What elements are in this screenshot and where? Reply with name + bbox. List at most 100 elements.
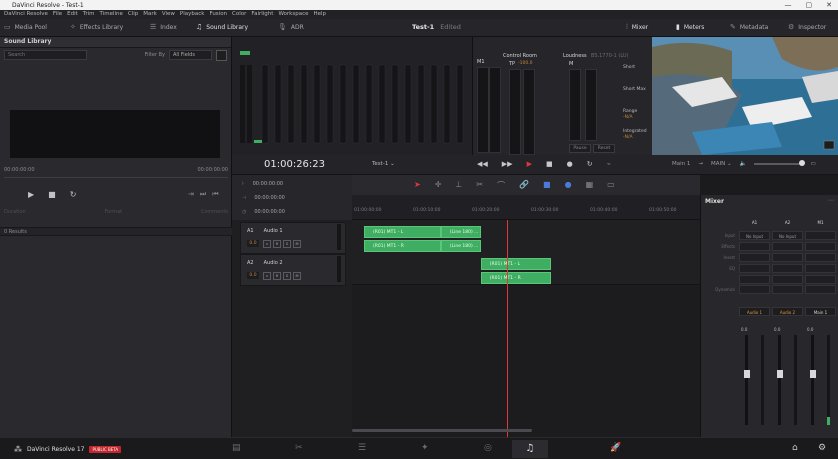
track-name[interactable]: Audio 2 [264, 260, 283, 266]
add-to-timeline-icon[interactable]: ⇥ [188, 190, 194, 199]
mixer-slot[interactable] [772, 275, 803, 284]
solo-button[interactable]: S [283, 272, 291, 280]
slip-tool-icon[interactable]: ⊥ [455, 180, 462, 191]
mixer-slot[interactable] [739, 253, 770, 262]
audio-clip[interactable]: (Line 180) ... [440, 240, 481, 252]
mixer-slot[interactable] [739, 275, 770, 284]
record-icon[interactable]: ● [567, 160, 573, 168]
sequence-name[interactable]: Test-1 ⌄ [372, 161, 395, 167]
track-name[interactable]: Audio 1 [264, 228, 283, 234]
mixer-slot[interactable] [805, 275, 836, 284]
menu-edit[interactable]: Edit [67, 10, 78, 19]
mixer-button[interactable]: ⫶ Mixer [626, 23, 648, 32]
audio-clip[interactable]: (Line 180) ... [440, 226, 481, 238]
track-volume[interactable]: 0.0 [247, 272, 259, 279]
audio-clip[interactable]: (R01) MT1 - L [364, 226, 441, 238]
effects-library-button[interactable]: ✧ Effects Library [70, 23, 123, 31]
audio-clip[interactable]: (R01) MT1 - R [364, 240, 441, 252]
edit-page-icon[interactable]: ☰ [358, 443, 366, 453]
mixer-slot[interactable] [739, 264, 770, 273]
menu-davinci-resolve[interactable]: DaVinci Resolve [4, 10, 48, 19]
mixer-slot[interactable] [772, 285, 803, 294]
inspector-button[interactable]: ⚙ Inspector [788, 23, 826, 31]
mixer-input-select[interactable]: No Input [772, 231, 803, 240]
audio-clip[interactable]: (R01) MT1 - R [480, 272, 552, 284]
bus-out-select[interactable]: MAIN ⌄ [711, 161, 732, 167]
filter-options-button[interactable] [216, 49, 227, 61]
minimize-button[interactable]: — [785, 1, 792, 9]
range-tool-icon[interactable]: ✛ [435, 180, 442, 191]
track-header-a1[interactable]: A1 Audio 1 0.0 ∞ R S M [240, 222, 346, 254]
channel-fader[interactable] [811, 335, 814, 425]
loudness-reset-button[interactable]: Reset [593, 144, 615, 153]
filter-dropdown[interactable]: All Fields [169, 50, 212, 60]
track-volume[interactable]: 0.0 [247, 240, 259, 247]
mixer-slot[interactable] [772, 264, 803, 273]
settings-icon[interactable]: ⚙ [818, 443, 826, 453]
index-button[interactable]: ☰ Index [150, 23, 177, 31]
metadata-button[interactable]: ✎ Metadata [730, 23, 768, 31]
loudness-pause-button[interactable]: Pause [569, 144, 591, 153]
fairlight-page-icon[interactable]: ♫ [512, 440, 548, 458]
mixer-input-select[interactable]: No Input [739, 231, 770, 240]
deliver-page-icon[interactable]: 🚀 [610, 443, 621, 453]
stop-timeline-icon[interactable]: ■ [546, 160, 553, 168]
sound-library-button[interactable]: ♫ Sound Library [196, 23, 248, 31]
skip-forward-icon[interactable]: ⏭ [200, 190, 206, 199]
cut-page-icon[interactable]: ✂ [295, 443, 303, 453]
timeline-ruler[interactable]: 01:00:00:00 01:00:10:00 01:00:20:00 01:00:3… [352, 195, 700, 220]
marker-icon[interactable]: ● [565, 180, 572, 191]
snap-icon[interactable]: ⌒ [497, 180, 505, 191]
track-header-a2[interactable]: A2 Audio 2 0.0 ∞ R S M [240, 254, 346, 286]
link-icon[interactable]: 🔗 [519, 180, 529, 191]
mixer-channel-name[interactable]: Main 1 [805, 307, 836, 316]
menu-color[interactable]: Color [232, 10, 246, 19]
menu-mark[interactable]: Mark [143, 10, 157, 19]
menu-trim[interactable]: Trim [83, 10, 95, 19]
mixer-input-select[interactable] [805, 231, 836, 240]
fader-knob[interactable] [776, 370, 783, 378]
preview-scrubber[interactable] [4, 177, 228, 178]
menu-fusion[interactable]: Fusion [209, 10, 227, 19]
razor-tool-icon[interactable]: ✂ [476, 180, 483, 191]
play-icon[interactable]: ▶ [28, 190, 34, 199]
marker-flag-icon[interactable]: ■ [543, 180, 551, 191]
media-pool-button[interactable]: ▭ Media Pool [4, 23, 47, 31]
mixer-slot[interactable] [805, 253, 836, 262]
stop-icon[interactable]: ■ [48, 190, 56, 199]
timeline-tracks[interactable]: (R01) MT1 - L (Line 180) ... (R01) MT1 - R… [352, 220, 700, 437]
automation-icon[interactable]: ⌁ [607, 160, 611, 168]
fusion-page-icon[interactable]: ✦ [421, 443, 429, 453]
channel-fader[interactable] [745, 335, 748, 425]
speaker-icon[interactable]: 🔈 [740, 161, 747, 167]
track-link-icon[interactable]: ∞ [263, 240, 271, 248]
play-timeline-icon[interactable]: ▶ [527, 160, 532, 168]
menu-playback[interactable]: Playback [180, 10, 205, 19]
zoom-detail-icon[interactable]: ▦ [586, 180, 594, 191]
color-page-icon[interactable]: ◎ [484, 443, 492, 453]
mixer-slot[interactable] [739, 242, 770, 251]
menu-help[interactable]: Help [314, 10, 327, 19]
zoom-full-icon[interactable]: ▭ [607, 180, 615, 191]
menu-file[interactable]: File [53, 10, 62, 19]
mixer-channel-name[interactable]: Audio 2 [772, 307, 803, 316]
video-viewer[interactable] [652, 37, 838, 155]
mixer-slot[interactable] [772, 253, 803, 262]
menu-view[interactable]: View [162, 10, 175, 19]
timecode-display[interactable]: 01:00:26:23 [264, 159, 325, 170]
timeline-scrollbar[interactable] [352, 429, 532, 432]
selection-tool-icon[interactable]: ➤ [414, 180, 421, 191]
mixer-slot[interactable] [805, 242, 836, 251]
mixer-slot[interactable] [772, 242, 803, 251]
media-page-icon[interactable]: ▤ [232, 443, 241, 453]
home-icon[interactable]: ⌂ [792, 443, 798, 453]
mixer-slot[interactable] [805, 285, 836, 294]
record-arm-button[interactable]: R [273, 272, 281, 280]
adr-button[interactable]: 🎙 ADR [278, 23, 304, 31]
volume-slider-knob[interactable] [799, 160, 806, 166]
menu-clip[interactable]: Clip [128, 10, 138, 19]
loop-icon[interactable]: ↻ [70, 190, 77, 199]
dim-button-icon[interactable]: ▭ [810, 161, 815, 167]
fader-knob[interactable] [809, 370, 816, 378]
menu-timeline[interactable]: Timeline [100, 10, 123, 19]
